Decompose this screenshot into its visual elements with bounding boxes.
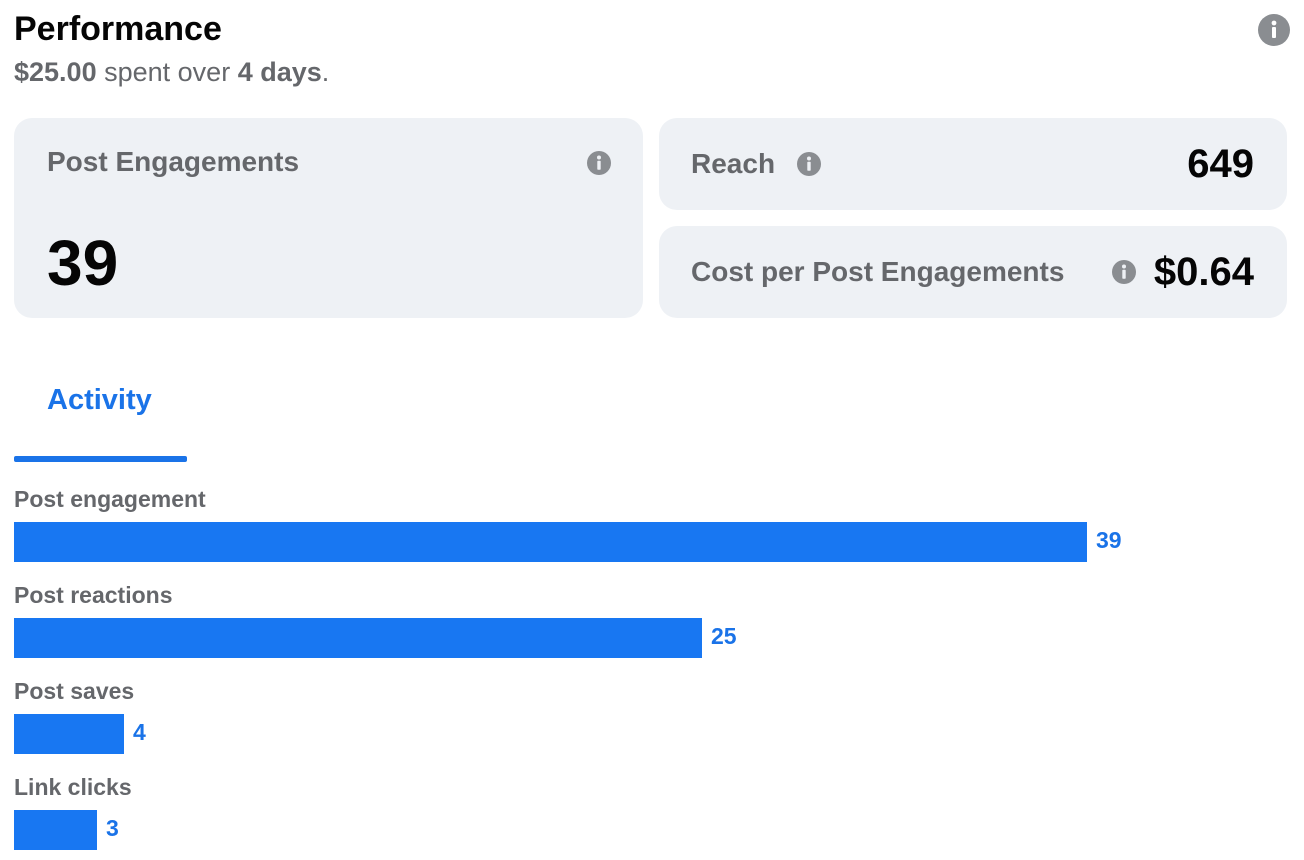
info-icon[interactable] (796, 151, 822, 177)
reach-card: Reach 649 (659, 118, 1287, 210)
active-tab-indicator (14, 456, 187, 462)
bar-value-label: 39 (1096, 527, 1122, 553)
bar-value-label: 4 (133, 719, 146, 745)
spent-amount: $25.00 (14, 57, 97, 87)
post-engagements-label: Post Engagements (47, 146, 300, 177)
spent-period: . (321, 57, 330, 87)
info-icon[interactable] (1111, 259, 1137, 285)
reach-value: 649 (1187, 142, 1254, 186)
bar-label: Post reactions (14, 582, 173, 608)
bar (14, 714, 124, 754)
cost-per-engagement-value: $0.64 (1153, 250, 1254, 294)
reach-label: Reach (691, 148, 776, 179)
page-title: Performance (14, 10, 222, 48)
bar-label: Link clicks (14, 774, 132, 800)
bar-label: Post saves (14, 678, 135, 704)
spent-text: spent over (104, 57, 231, 87)
info-icon[interactable] (1258, 14, 1290, 46)
info-icon[interactable] (586, 150, 612, 176)
cost-per-engagement-card: Cost per Post Engagements $0.64 (659, 226, 1287, 318)
bar-value-label: 3 (106, 815, 119, 841)
tab-activity-label: Activity (47, 384, 152, 416)
bar-label: Post engagement (14, 486, 206, 512)
cost-per-engagement-label: Cost per Post Engagements (691, 256, 1065, 287)
spent-duration: 4 days (237, 57, 322, 87)
bar (14, 522, 1087, 562)
tab-activity[interactable]: Activity (14, 380, 187, 462)
bar (14, 618, 702, 658)
activity-bar-chart: Post engagement 39 Post reactions 25 Post sa… (14, 486, 1294, 856)
post-engagements-value: 39 (47, 227, 119, 299)
post-engagements-card: Post Engagements 39 (14, 118, 643, 318)
bar (14, 810, 97, 850)
spend-summary: $25.00 spent over 4 days. (14, 57, 329, 88)
bar-value-label: 25 (711, 623, 737, 649)
